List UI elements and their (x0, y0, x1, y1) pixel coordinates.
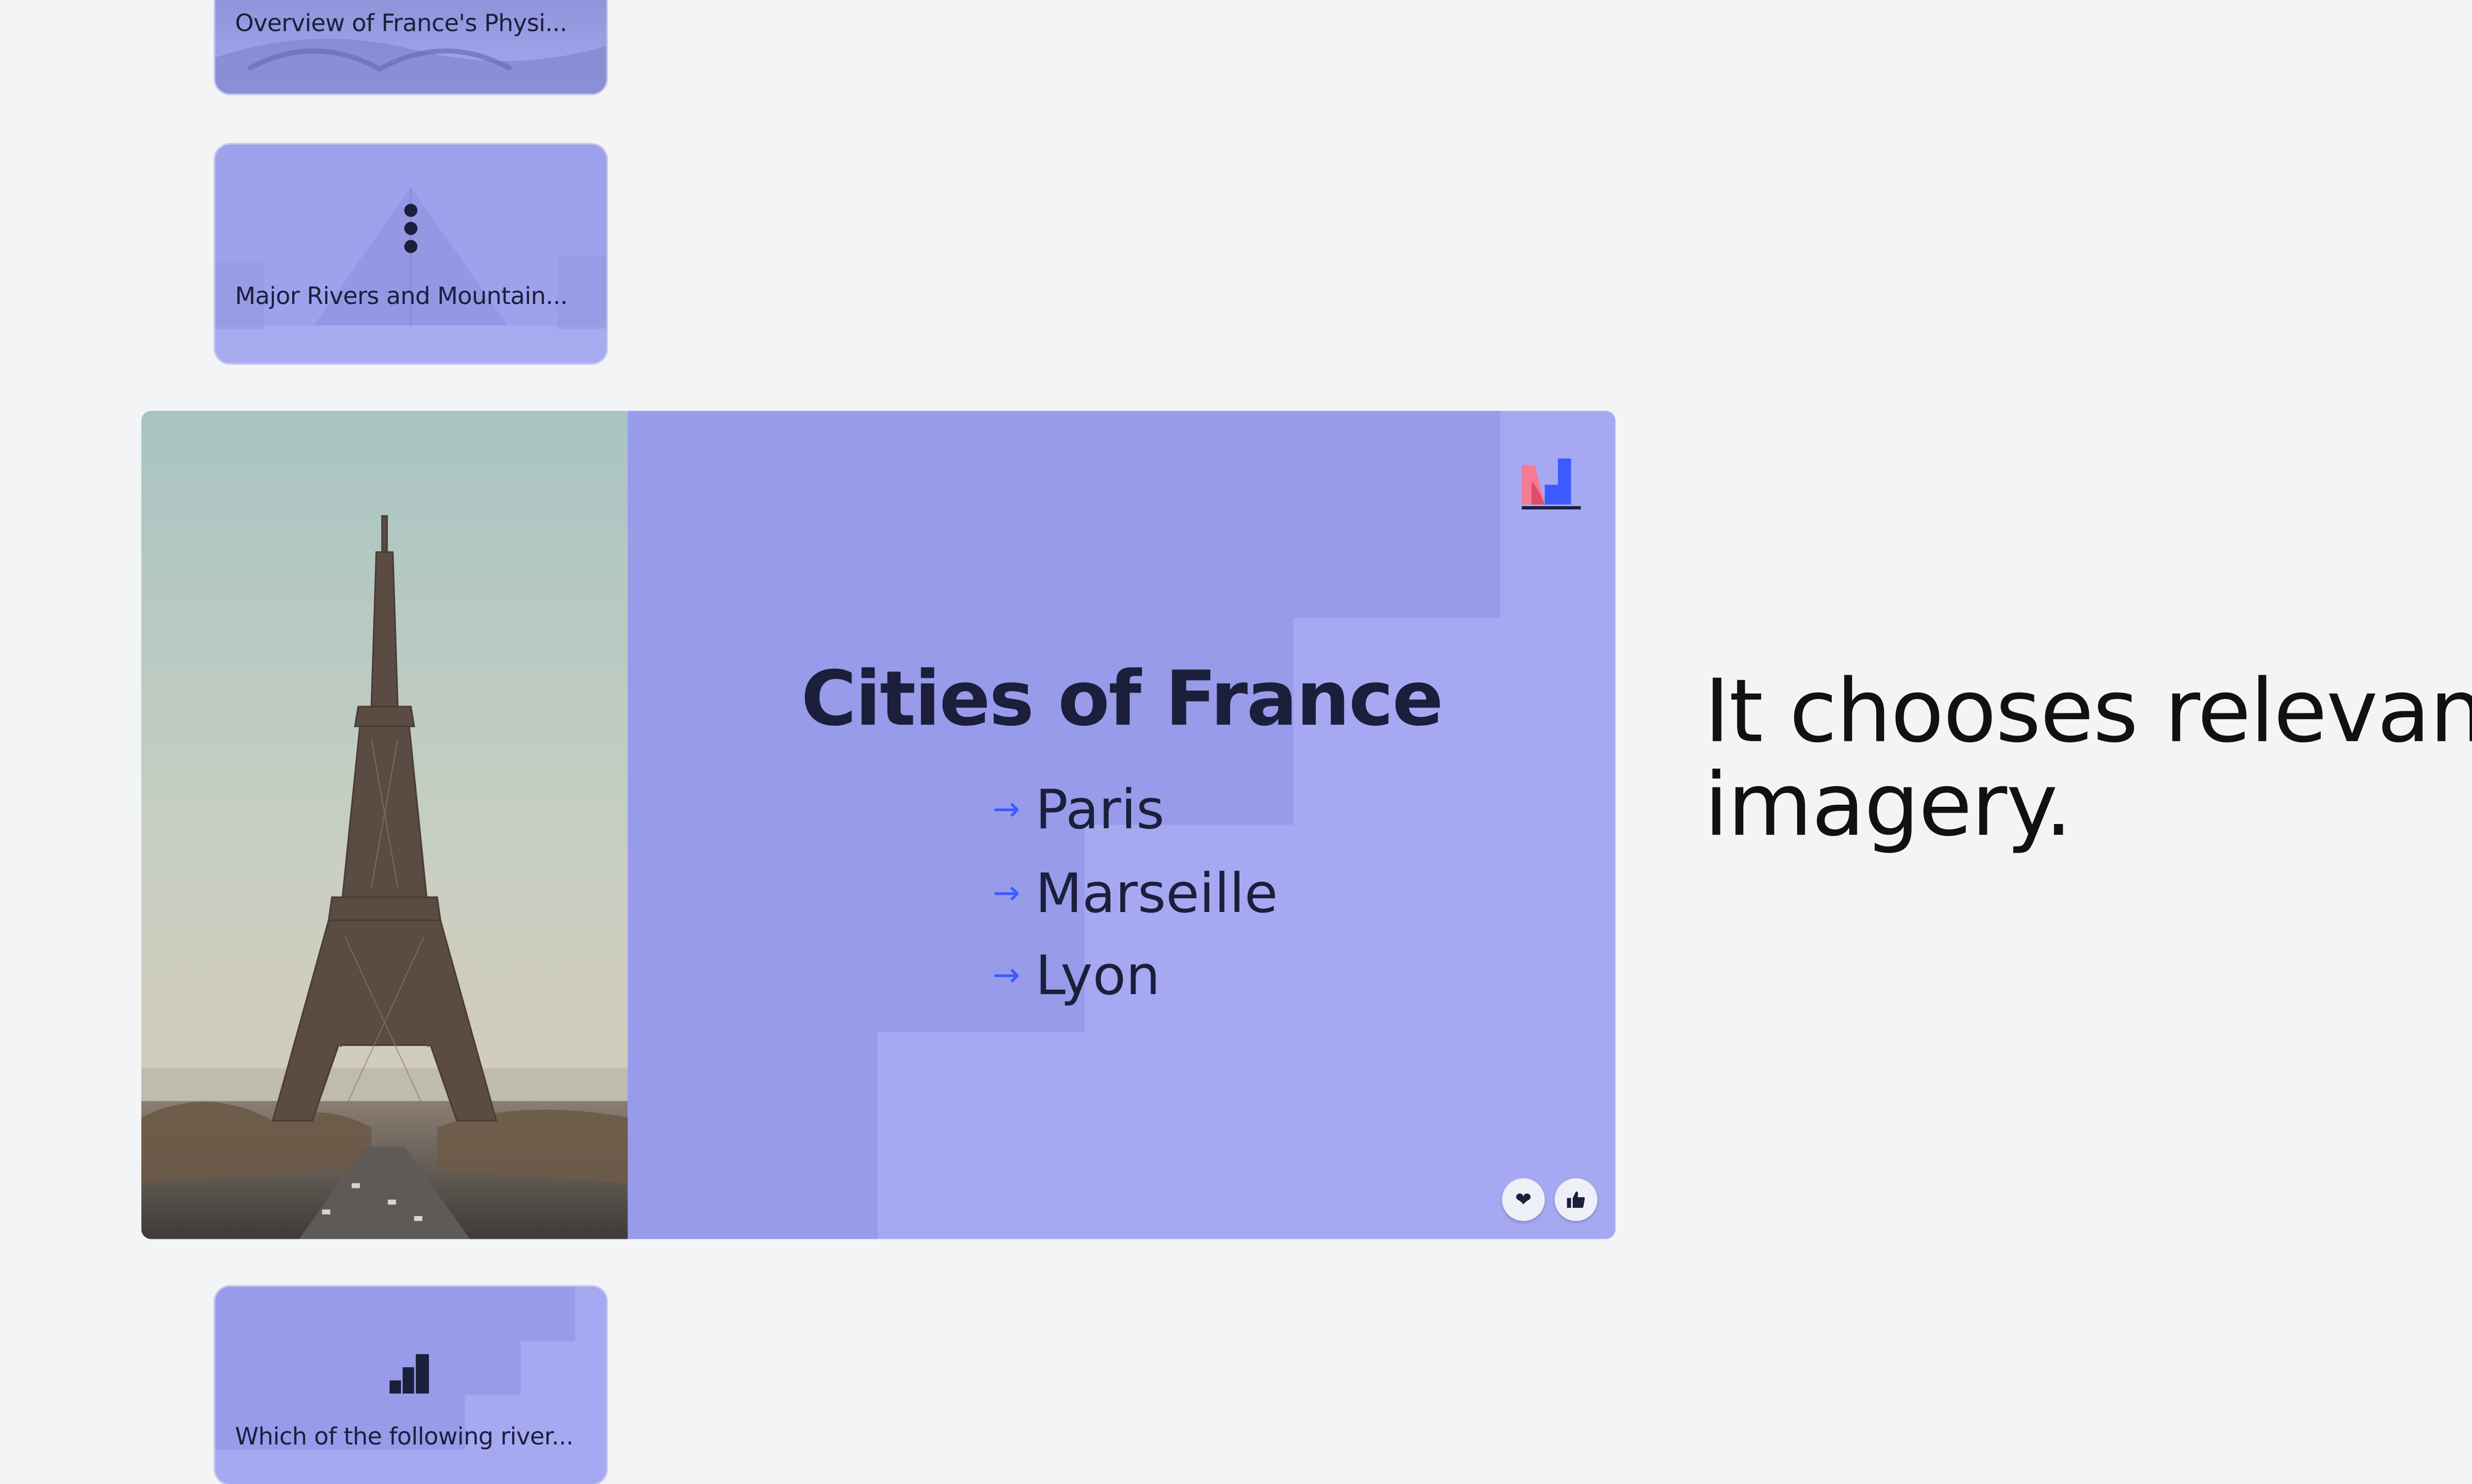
heart-icon: ❤ (1515, 1188, 1532, 1212)
eiffel-tower-image (141, 411, 628, 1239)
arrow-right-icon: → (992, 873, 1020, 912)
chart-bars-icon (389, 1354, 429, 1394)
thumbs-up-icon (1567, 1191, 1585, 1208)
slide-thumbnail[interactable]: Which of the following river... (215, 1286, 607, 1484)
slide-title: Cities of France (801, 654, 1443, 743)
slide-thumbnail[interactable]: Major Rivers and Mountain... (215, 144, 607, 363)
bullet-item: → Lyon (993, 942, 1160, 1007)
bullet-label: Lyon (1035, 942, 1160, 1007)
arrow-right-icon: → (992, 955, 1020, 995)
heart-reaction-button[interactable]: ❤ (1502, 1178, 1545, 1221)
app-logo-icon (1522, 458, 1581, 510)
canvas: Overview of France's Physi... Major Rive… (0, 0, 2472, 1484)
arrow-right-icon: → (992, 788, 1020, 829)
slide-preview[interactable]: Cities of France → Paris → Marseille → L… (141, 411, 1616, 1239)
thumbnail-title: Major Rivers and Mountain... (235, 284, 568, 311)
slide-thumbnail[interactable]: Overview of France's Physi... (215, 0, 607, 94)
thumbnail-title: Which of the following river... (235, 1425, 574, 1451)
bullet-item: → Paris (993, 776, 1165, 841)
thumbnail-title: Overview of France's Physi... (235, 11, 567, 38)
thumbs-up-reaction-button[interactable] (1554, 1178, 1597, 1221)
bullet-label: Paris (1035, 776, 1165, 841)
more-options-icon[interactable] (396, 204, 426, 258)
slide-content: Cities of France → Paris → Marseille → L… (627, 411, 1616, 1239)
bullet-item: → Marseille (993, 860, 1278, 925)
caption-headline: It chooses relevant imagery. (1704, 662, 2472, 856)
bullet-label: Marseille (1035, 860, 1278, 924)
